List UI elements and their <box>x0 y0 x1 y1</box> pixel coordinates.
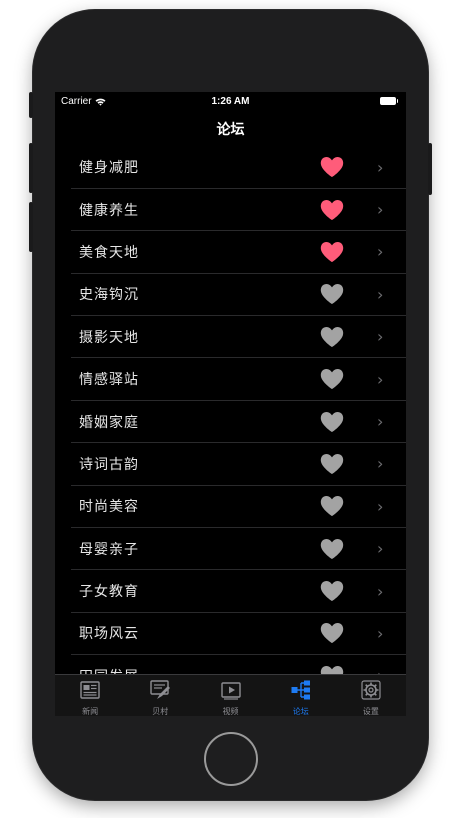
heart-icon[interactable] <box>319 664 345 674</box>
forum-name: 健身减肥 <box>79 160 139 177</box>
tab-label: 视频 <box>222 707 239 716</box>
tab-newspaper[interactable]: 新闻 <box>55 675 125 716</box>
tab-label: 新闻 <box>82 707 99 716</box>
forum-row[interactable]: 时尚美容 › <box>55 485 406 528</box>
home-button[interactable] <box>204 732 258 786</box>
tab-video-play[interactable]: 视频 <box>195 675 265 716</box>
forum-name: 时尚美容 <box>79 499 139 516</box>
forum-row[interactable]: 职场风云 › <box>55 612 406 656</box>
forum-row[interactable]: 健身减肥 › <box>55 146 406 189</box>
tab-bar: 新闻 贝村 视频 论坛 设置 <box>55 674 406 716</box>
volume-down-button <box>29 202 33 252</box>
heart-icon[interactable] <box>319 579 345 603</box>
gear-icon <box>360 679 382 705</box>
status-time: 1:26 AM <box>211 96 250 107</box>
forum-name: 婚姻家庭 <box>79 414 139 431</box>
forum-name: 摄影天地 <box>79 329 139 346</box>
heart-icon[interactable] <box>319 198 345 222</box>
chevron-right-icon: › <box>377 369 384 389</box>
forum-name: 健康养生 <box>79 202 139 219</box>
tab-gear[interactable]: 设置 <box>336 675 406 716</box>
forum-name: 职场风云 <box>79 626 139 643</box>
forum-name: 子女教育 <box>79 584 139 601</box>
chevron-right-icon: › <box>377 454 384 474</box>
forum-row[interactable]: 诗词古韵 › <box>55 443 406 486</box>
mute-switch <box>29 92 33 118</box>
chevron-right-icon: › <box>377 327 384 347</box>
heart-icon[interactable] <box>319 325 345 349</box>
page-title: 论坛 <box>216 122 245 138</box>
forum-name: 母婴亲子 <box>79 541 139 558</box>
tab-label: 设置 <box>362 707 379 716</box>
chevron-right-icon: › <box>377 623 384 643</box>
tab-edit-note[interactable]: 贝村 <box>125 675 195 716</box>
forum-row[interactable]: 健康养生 › <box>55 188 406 232</box>
power-button <box>428 143 432 195</box>
forum-row[interactable]: 婚姻家庭 › <box>55 400 406 444</box>
heart-icon[interactable] <box>319 537 345 561</box>
navigation-bar: 论坛 <box>55 112 406 146</box>
video-play-icon <box>220 679 242 705</box>
heart-icon[interactable] <box>319 367 345 391</box>
heart-icon[interactable] <box>319 282 345 306</box>
chevron-right-icon: › <box>377 242 384 262</box>
forum-row[interactable]: 子女教育 › <box>55 570 406 613</box>
forum-name: 田园发展 <box>79 666 139 674</box>
hierarchy-icon <box>290 679 312 705</box>
heart-icon[interactable] <box>319 452 345 476</box>
chevron-right-icon: › <box>377 496 384 516</box>
battery-icon <box>380 97 398 105</box>
forum-row[interactable]: 母婴亲子 › <box>55 528 406 571</box>
edit-note-icon <box>149 679 171 705</box>
chevron-right-icon: › <box>377 666 383 674</box>
newspaper-icon <box>79 679 101 705</box>
forum-row[interactable]: 史海钩沉 › <box>55 273 406 316</box>
heart-icon[interactable] <box>319 155 345 179</box>
forum-row[interactable]: 美食天地 › <box>55 231 406 274</box>
chevron-right-icon: › <box>377 157 384 177</box>
chevron-right-icon: › <box>377 581 384 601</box>
forum-name: 诗词古韵 <box>79 456 139 473</box>
forum-row[interactable]: 摄影天地 › <box>55 316 406 359</box>
heart-icon[interactable] <box>319 240 345 264</box>
forum-name: 情感驿站 <box>79 372 139 389</box>
heart-icon[interactable] <box>319 410 345 434</box>
tab-label: 论坛 <box>292 707 309 716</box>
chevron-right-icon: › <box>377 284 384 304</box>
forum-name: 史海钩沉 <box>79 287 139 304</box>
forum-name: 美食天地 <box>79 244 139 261</box>
forum-row[interactable]: 情感驿站 › <box>55 358 406 401</box>
chevron-right-icon: › <box>377 539 384 559</box>
heart-icon[interactable] <box>319 494 345 518</box>
tab-hierarchy[interactable]: 论坛 <box>266 675 336 716</box>
forum-list[interactable]: 健身减肥 › 健康养生 › 美食天地 › 史海钩沉 › 摄影天地 › 情感驿站 › 婚姻家庭 › 诗词古韵 ›… <box>55 146 406 674</box>
status-bar: Carrier 1:26 AM <box>55 92 406 112</box>
chevron-right-icon: › <box>377 412 384 432</box>
phone-screen: Carrier 1:26 AM 论坛 健身减肥 › 健康养生 › 美食天地 › 史海钩沉 › 摄… <box>55 92 406 716</box>
forum-row[interactable]: 田园发展 › <box>55 655 406 674</box>
volume-up-button <box>29 143 33 193</box>
chevron-right-icon: › <box>377 200 384 220</box>
heart-icon[interactable] <box>319 621 345 645</box>
tab-label: 贝村 <box>152 707 169 716</box>
